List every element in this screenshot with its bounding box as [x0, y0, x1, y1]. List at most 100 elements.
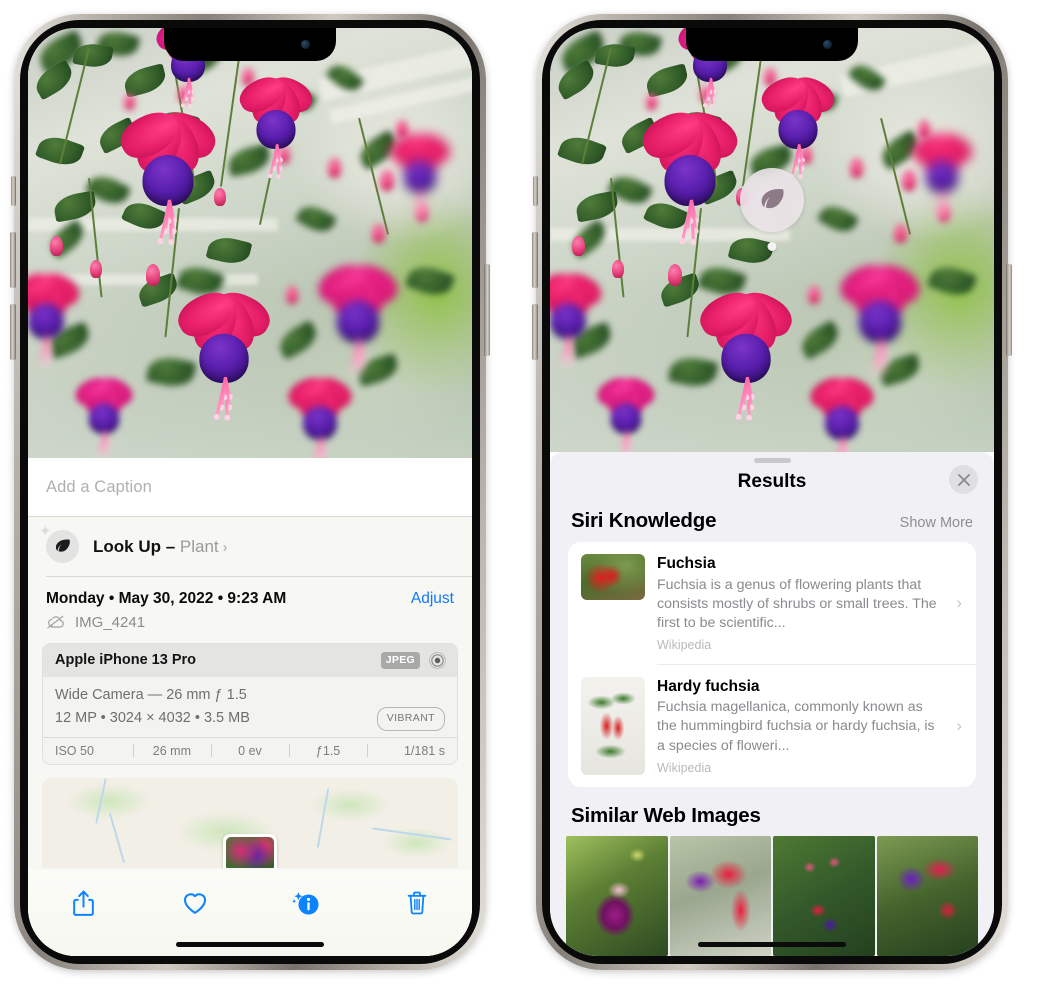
favorite-button[interactable]	[168, 884, 222, 922]
volume-up-button[interactable]	[10, 232, 16, 288]
card-thumbnail	[581, 554, 645, 600]
web-image-1[interactable]	[566, 835, 668, 956]
cloud-slash-icon	[47, 615, 64, 629]
fuchsia-bud	[286, 286, 298, 304]
fuchsia-bud	[646, 94, 657, 110]
map-stream	[108, 812, 126, 864]
bloom-corolla	[199, 333, 249, 383]
card-thumbnail	[581, 676, 645, 775]
fuchsia-bud	[808, 286, 820, 304]
photo-viewer[interactable]	[28, 28, 472, 458]
date-row: Monday • May 30, 2022 • 9:23 AM Adjust	[28, 577, 472, 610]
screenshot-stage: Add a Caption ✦ Look Up – Plant › Monday…	[0, 0, 1055, 985]
fuchsia-bud	[90, 260, 102, 278]
bloom-corolla	[664, 155, 716, 206]
card-body: Fuchsia Fuchsia is a genus of flowering …	[657, 554, 944, 652]
adjust-button[interactable]: Adjust	[411, 590, 454, 608]
map-road	[372, 827, 452, 841]
delete-button[interactable]	[390, 884, 444, 922]
exif-stat: 26 mm	[152, 743, 191, 758]
exif-header: Apple iPhone 13 Pro JPEG	[43, 643, 457, 677]
siri-knowledge-header: Siri Knowledge Show More	[550, 507, 994, 542]
web-image-2[interactable]	[669, 835, 771, 956]
location-map[interactable]	[42, 777, 458, 868]
volume-up-button[interactable]	[532, 232, 538, 288]
share-button[interactable]	[57, 884, 111, 922]
home-indicator[interactable]	[176, 942, 324, 947]
siri-knowledge-cards: Fuchsia Fuchsia is a genus of flowering …	[568, 542, 976, 787]
fuchsia-bud	[850, 158, 863, 178]
card-description: Fuchsia magellanica, commonly known as t…	[657, 699, 935, 754]
results-sheet: Results Siri Knowledge Show More Fuchsia…	[550, 452, 994, 956]
fuchsia-bud	[328, 158, 341, 178]
home-indicator[interactable]	[698, 942, 846, 947]
exif-stat: 1/181 s	[403, 743, 445, 758]
web-image-4[interactable]	[876, 835, 978, 956]
fuchsia-bud	[372, 224, 385, 243]
power-button[interactable]	[1006, 264, 1012, 356]
close-button[interactable]	[949, 465, 978, 494]
close-icon	[957, 473, 970, 486]
look-up-badge: ✦	[39, 524, 79, 563]
photo-pin-thumbnail	[226, 836, 274, 868]
mute-switch[interactable]	[533, 176, 538, 206]
results-title: Results	[737, 471, 807, 492]
volume-down-button[interactable]	[532, 304, 538, 360]
exif-stat: ƒ1.5	[315, 743, 341, 758]
leaf-icon	[55, 539, 70, 552]
siri-knowledge-title: Siri Knowledge	[571, 509, 717, 532]
look-up-label: Look Up	[93, 536, 161, 556]
size-info-row: 12 MP • 3024 × 4032 • 3.5 MB VIBRANT	[55, 706, 445, 731]
list-item[interactable]: Hardy fuchsia Fuchsia magellanica, commo…	[568, 665, 976, 787]
photo-viewer[interactable]	[550, 28, 994, 452]
exif-body: Wide Camera — 26 mm ƒ 1.5 12 MP • 3024 ×…	[43, 677, 457, 737]
map-stream	[95, 778, 107, 824]
similar-web-images-header: Similar Web Images	[550, 787, 994, 836]
exif-stats: ISO 50 26 mm 0 ev ƒ1.5 1/181 s	[43, 736, 457, 764]
bloom-corolla	[721, 333, 771, 383]
volume-down-button[interactable]	[10, 304, 16, 360]
format-badge: JPEG	[380, 651, 420, 669]
info-sparkle-icon	[291, 891, 318, 914]
chevron-right-icon: ›	[222, 538, 228, 556]
look-up-dash: –	[161, 536, 180, 556]
mute-switch[interactable]	[11, 176, 16, 206]
card-description: Fuchsia is a genus of flowering plants t…	[657, 576, 937, 631]
show-more-button[interactable]: Show More	[900, 515, 973, 531]
share-icon	[73, 890, 94, 916]
right-screen: Results Siri Knowledge Show More Fuchsia…	[550, 28, 994, 956]
file-name: IMG_4241	[75, 613, 146, 631]
power-button[interactable]	[484, 264, 490, 356]
bloom-corolla	[858, 300, 902, 343]
sparkle-icon: ✦	[39, 523, 52, 540]
info-button[interactable]	[279, 884, 333, 922]
exif-header-right: JPEG	[380, 651, 447, 670]
fuchsia-bud	[572, 236, 585, 256]
fuchsia-bud	[124, 94, 135, 110]
lens-info: Wide Camera — 26 mm ƒ 1.5	[55, 686, 247, 703]
photo-info-sheet: Add a Caption ✦ Look Up – Plant › Monday…	[28, 458, 472, 956]
card-source: Wikipedia	[657, 760, 712, 775]
web-image-3[interactable]	[773, 835, 875, 956]
camera-model: Apple iPhone 13 Pro	[55, 652, 196, 668]
caption-field[interactable]: Add a Caption	[28, 458, 472, 517]
caption-placeholder: Add a Caption	[46, 478, 152, 496]
heart-icon	[183, 893, 206, 914]
chevron-right-icon: ›	[956, 715, 962, 735]
aperture-icon	[429, 651, 446, 669]
look-up-row[interactable]: ✦ Look Up – Plant ›	[28, 517, 472, 576]
look-up-label-group: Look Up – Plant ›	[93, 537, 228, 557]
results-header: Results	[550, 463, 994, 507]
leaf-icon	[761, 189, 784, 209]
bloom-corolla	[142, 155, 194, 206]
fuchsia-bud	[902, 170, 916, 191]
exif-stat: 0 ev	[238, 743, 262, 758]
chevron-right-icon: ›	[956, 593, 962, 612]
fuchsia-bud	[668, 264, 682, 286]
front-camera-icon	[823, 40, 832, 49]
list-item[interactable]: Fuchsia Fuchsia is a genus of flowering …	[568, 542, 976, 664]
photo-pin[interactable]	[223, 833, 277, 868]
visual-lookup-badge[interactable]	[740, 168, 804, 232]
card-source: Wikipedia	[657, 638, 712, 653]
bloom-corolla	[336, 300, 380, 343]
